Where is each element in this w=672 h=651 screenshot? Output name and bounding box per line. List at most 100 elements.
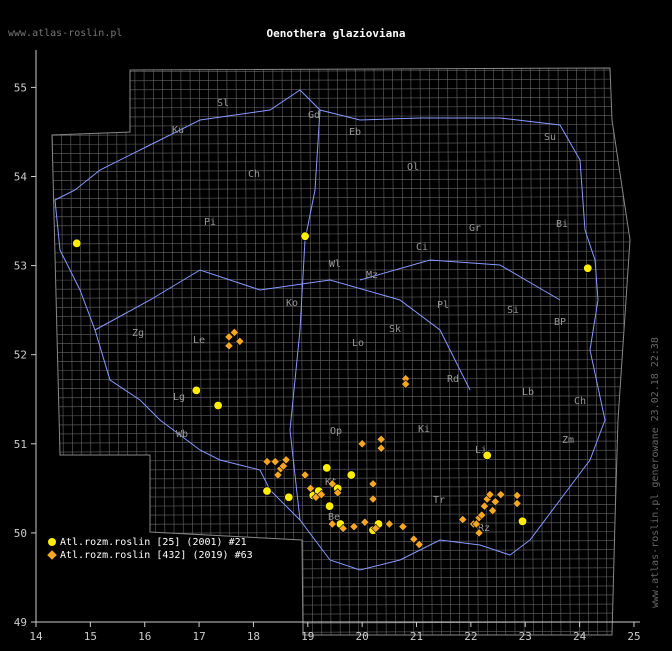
y-tick-label: 55 xyxy=(14,81,27,94)
region-label: Ch xyxy=(574,396,586,407)
region-label: Wb xyxy=(176,429,188,440)
region-label: Ci xyxy=(416,242,428,253)
y-tick-label: 50 xyxy=(14,527,27,540)
occurrence-circle xyxy=(213,400,223,411)
map-title: Oenothera glazioviana xyxy=(266,27,406,40)
occurrence-circle xyxy=(583,263,593,273)
grid-line xyxy=(52,531,630,534)
grid-line xyxy=(52,612,630,616)
region-label: Ki xyxy=(418,424,430,435)
region-label: Wl xyxy=(329,259,341,270)
region-label: Gr xyxy=(469,223,481,234)
grid-line xyxy=(52,422,630,426)
region-label: Bi xyxy=(556,219,568,230)
grid-line xyxy=(52,124,630,127)
region-label: Zm xyxy=(562,435,574,446)
x-tick-label: 17 xyxy=(192,630,205,643)
grid-line xyxy=(52,96,630,100)
orange-diamond-icon xyxy=(47,550,57,560)
occurrence-circle xyxy=(346,470,356,480)
legend-label: Atl.rozm.roslin [25] (2001) #21 xyxy=(60,537,247,548)
region-label: Ch xyxy=(248,169,260,180)
grid-line xyxy=(52,160,630,163)
grid-line xyxy=(336,68,341,635)
y-tick-label: 52 xyxy=(14,349,27,362)
grid-line xyxy=(52,576,630,580)
x-tick-label: 22 xyxy=(464,630,477,643)
occurrence-circle xyxy=(191,385,202,396)
grid-line xyxy=(52,603,630,607)
grid-line xyxy=(309,68,313,635)
region-label: Sk xyxy=(389,324,401,335)
grid-line xyxy=(318,68,323,635)
occurrence-diamond xyxy=(409,534,419,544)
grid-line xyxy=(576,68,580,635)
occurrence-diamond xyxy=(496,489,506,500)
occurrence-circle xyxy=(322,463,332,473)
grid-line xyxy=(254,68,258,635)
occurrence-diamond xyxy=(376,434,386,444)
grid-line xyxy=(474,68,479,635)
region-label: Si xyxy=(507,305,519,316)
x-tick-label: 24 xyxy=(573,630,587,643)
y-tick-label: 51 xyxy=(14,438,27,451)
region-label: Eb xyxy=(349,127,361,138)
grid-line xyxy=(52,476,630,480)
grid-line xyxy=(52,368,630,371)
grid-line xyxy=(52,169,630,172)
occurrence-circle xyxy=(482,450,492,461)
occurrence-diamond xyxy=(360,517,370,527)
grid-line xyxy=(52,495,630,498)
grid-line xyxy=(281,68,286,635)
x-tick-label: 16 xyxy=(138,630,151,643)
grid-line xyxy=(392,68,396,635)
grid-line xyxy=(585,68,589,635)
y-tick-label: 54 xyxy=(14,171,28,184)
region-label: Ol xyxy=(407,162,419,173)
grid-line xyxy=(263,68,267,635)
grid-line xyxy=(52,630,630,634)
occurrence-circle xyxy=(262,486,272,496)
grid-line xyxy=(52,567,630,571)
grid-line xyxy=(428,68,433,635)
x-tick-label: 18 xyxy=(247,630,260,643)
occurrence-diamond xyxy=(398,522,408,532)
grid-line xyxy=(52,377,630,381)
grid-line xyxy=(52,205,630,209)
grid-line xyxy=(594,68,599,635)
y-tick-label: 53 xyxy=(14,260,27,273)
grid-line xyxy=(290,68,295,635)
grid-line xyxy=(52,513,630,516)
region-label: Su xyxy=(544,132,556,143)
region-label: Gd xyxy=(308,110,320,121)
occurrence-diamond xyxy=(270,456,280,467)
grid-line xyxy=(52,458,630,462)
grid-line xyxy=(52,196,630,199)
legend-item-old: Atl.rozm.roslin [25] (2001) #21 xyxy=(48,537,247,548)
grid-line xyxy=(364,68,369,635)
grid-line xyxy=(52,585,630,589)
grid-line xyxy=(520,68,525,635)
grid-line xyxy=(52,413,630,417)
grid-line xyxy=(493,68,497,635)
region-label: Lb xyxy=(522,387,534,398)
region-label: Ku xyxy=(172,125,184,136)
occurrence-diamond xyxy=(384,519,394,529)
grid-line xyxy=(52,341,630,344)
grid-line xyxy=(382,68,387,635)
occurrence-diamond xyxy=(458,514,468,525)
region-label: Lo xyxy=(352,338,364,349)
grid-line xyxy=(52,504,630,507)
occurrence-circle xyxy=(517,516,528,527)
grid-line xyxy=(557,68,562,635)
legend-item-new: Atl.rozm.roslin [432] (2019) #63 xyxy=(47,550,253,561)
region-label: Mz xyxy=(366,270,378,281)
grid-line xyxy=(52,87,630,91)
grid-line xyxy=(456,68,461,635)
generation-note: www.atlas-roslin.pl generowane 23.02.18 … xyxy=(650,337,661,608)
grid-line xyxy=(52,178,630,181)
grid-line xyxy=(632,60,635,640)
occurrence-diamond xyxy=(262,456,272,467)
x-tick-label: 14 xyxy=(29,630,43,643)
grid-line xyxy=(52,404,630,408)
